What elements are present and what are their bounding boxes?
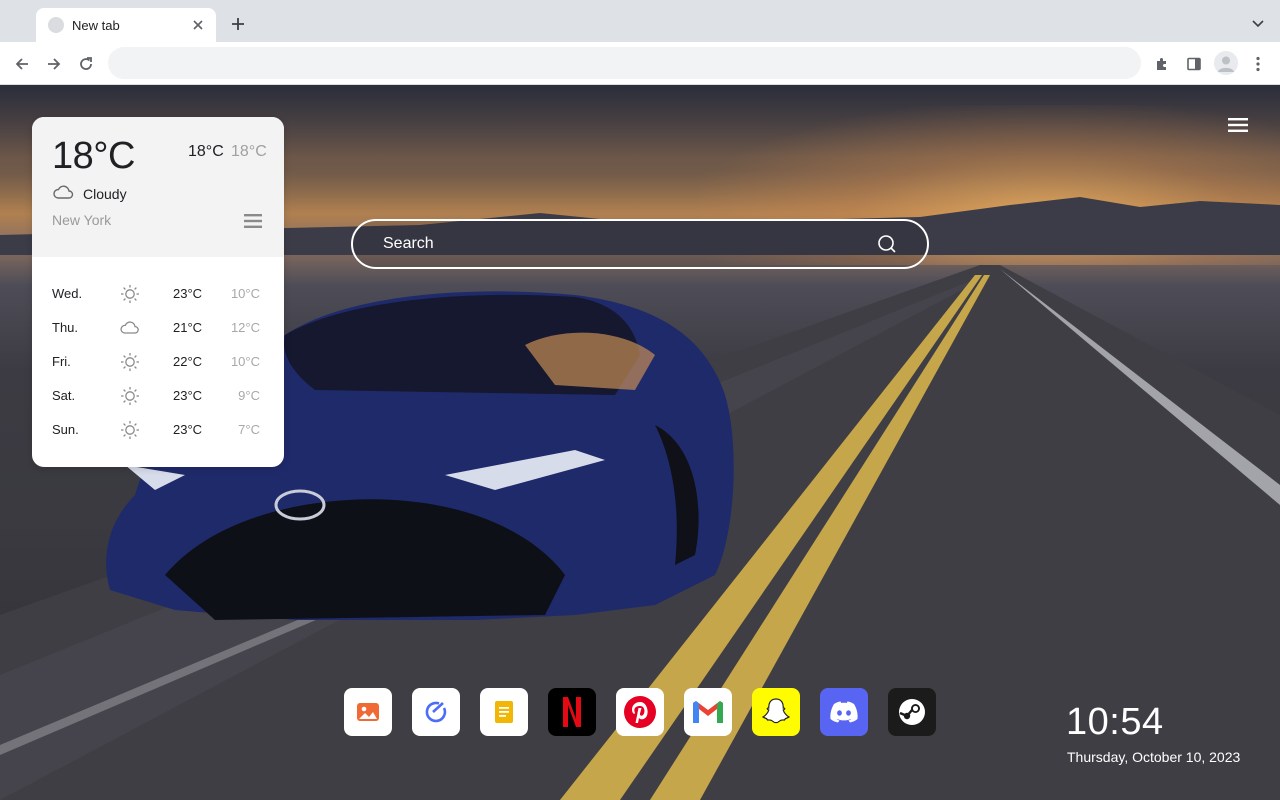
forecast-high: 22°C	[173, 354, 203, 369]
reload-button[interactable]	[74, 52, 98, 76]
plus-icon	[232, 18, 244, 30]
steam-icon	[897, 697, 927, 727]
image-icon	[354, 698, 382, 726]
forecast-row: Sat. 23°C 9°C	[32, 379, 284, 413]
extensions-button[interactable]	[1150, 52, 1174, 76]
forecast-low: 9°C	[238, 388, 260, 403]
forecast-high: 21°C	[173, 320, 203, 335]
chevron-down-icon	[1252, 20, 1264, 28]
forecast-high: 23°C	[173, 388, 203, 403]
search-icon[interactable]	[877, 234, 897, 254]
sun-icon	[121, 387, 139, 405]
quick-link-discord[interactable]	[820, 688, 868, 736]
clock-time: 10:54	[1066, 701, 1164, 743]
search-box[interactable]	[351, 219, 929, 269]
snapchat-icon	[760, 696, 792, 728]
quick-link-tasks[interactable]	[412, 688, 460, 736]
arrow-right-icon	[48, 58, 61, 70]
discord-icon	[828, 699, 860, 725]
weather-condition: Cloudy	[83, 186, 127, 202]
sun-icon	[121, 421, 139, 439]
address-bar[interactable]	[108, 47, 1141, 79]
forecast-day: Fri.	[52, 354, 71, 369]
quick-link-gmail[interactable]	[684, 688, 732, 736]
side-panel-button[interactable]	[1182, 52, 1206, 76]
reload-icon	[80, 57, 92, 70]
high-temperature: 18°C	[188, 143, 224, 160]
check-circle-icon	[422, 698, 450, 726]
forecast-row: Thu. 21°C 12°C	[32, 311, 284, 345]
sun-icon	[121, 285, 139, 303]
forward-button[interactable]	[42, 52, 66, 76]
forecast-day: Sat.	[52, 388, 76, 403]
browser-toolbar	[0, 42, 1280, 85]
forecast-day: Wed.	[52, 286, 83, 301]
tab-search-button[interactable]	[1248, 14, 1268, 34]
tab-strip: New tab	[0, 0, 1280, 42]
side-panel-icon	[1187, 57, 1201, 71]
profile-avatar[interactable]	[1214, 51, 1238, 75]
sun-icon	[121, 353, 139, 371]
forecast-high: 23°C	[173, 286, 203, 301]
netflix-icon	[558, 695, 586, 729]
arrow-left-icon	[15, 58, 28, 70]
menu-button[interactable]	[1246, 52, 1270, 76]
new-tab-page: 18°C 18°C 18°C Cloudy New York Wed. 23°C 1…	[0, 85, 1280, 800]
puzzle-icon	[1157, 58, 1166, 70]
new-tab-button[interactable]	[228, 14, 248, 34]
quick-link-pinterest[interactable]	[616, 688, 664, 736]
weather-city: New York	[52, 212, 112, 228]
tab-title: New tab	[72, 17, 120, 33]
quick-link-notes[interactable]	[480, 688, 528, 736]
weather-menu-icon[interactable]	[243, 213, 263, 229]
quick-link-steam[interactable]	[888, 688, 936, 736]
cloud-icon	[120, 321, 139, 334]
forecast-day: Sun.	[52, 422, 79, 437]
weather-widget: 18°C 18°C 18°C Cloudy New York Wed. 23°C 1…	[32, 117, 284, 467]
tab-favicon-icon	[48, 17, 64, 33]
forecast-day: Thu.	[52, 320, 79, 335]
clock-date: Thursday, October 10, 2023	[1067, 749, 1241, 765]
tab-new-tab[interactable]: New tab	[36, 8, 216, 42]
current-temperature: 18°C	[52, 135, 135, 177]
low-temperature: 18°C	[231, 143, 267, 160]
quick-link-gallery[interactable]	[344, 688, 392, 736]
forecast-row: Wed. 23°C 10°C	[32, 277, 284, 311]
cloud-icon	[53, 185, 74, 199]
close-icon[interactable]	[190, 17, 206, 33]
gmail-icon	[691, 699, 725, 725]
pinterest-icon	[623, 695, 657, 729]
weather-current: 18°C 18°C 18°C Cloudy New York	[32, 117, 284, 257]
forecast-low: 10°C	[230, 286, 260, 301]
person-icon	[1218, 56, 1234, 72]
forecast-low: 12°C	[230, 320, 260, 335]
quick-link-snapchat[interactable]	[752, 688, 800, 736]
forecast-row: Fri. 22°C 10°C	[32, 345, 284, 379]
more-vert-icon	[1256, 56, 1260, 72]
forecast-row: Sun. 23°C 7°C	[32, 413, 284, 447]
note-icon	[490, 698, 518, 726]
back-button[interactable]	[10, 52, 34, 76]
forecast-high: 23°C	[173, 422, 203, 437]
forecast-low: 10°C	[230, 354, 260, 369]
hamburger-menu-icon[interactable]	[1228, 117, 1248, 133]
forecast-low: 7°C	[238, 422, 260, 437]
search-input[interactable]	[383, 221, 863, 267]
quick-link-netflix[interactable]	[548, 688, 596, 736]
